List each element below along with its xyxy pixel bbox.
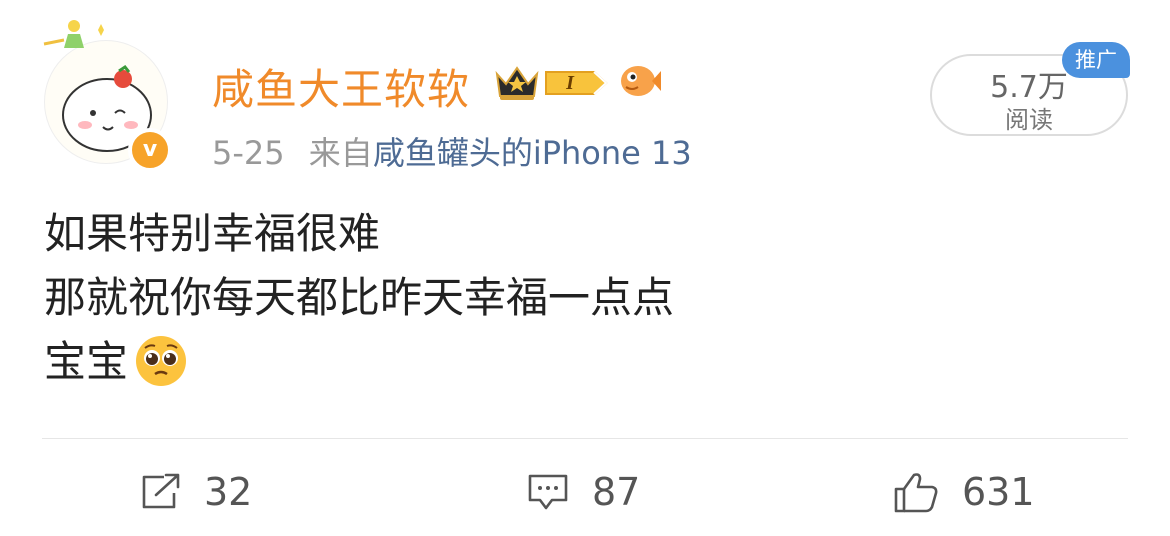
like-button[interactable]: 631	[892, 470, 1035, 514]
fish-icon[interactable]	[618, 62, 662, 100]
avatar-container[interactable]: v	[40, 18, 176, 172]
verified-icon: v	[128, 128, 172, 172]
pleading-face-emoji	[136, 335, 187, 386]
post-line: 那就祝你每天都比昨天幸福一点点	[44, 273, 675, 322]
crown-icon[interactable]	[494, 62, 540, 102]
post-line: 如果特别幸福很难	[44, 209, 381, 258]
post-date: 5-25	[212, 134, 285, 172]
like-count: 631	[962, 470, 1035, 514]
comment-button[interactable]: 87	[526, 470, 640, 514]
level-badge-text: I	[566, 72, 574, 94]
level-badge[interactable]: I	[544, 68, 608, 98]
post-body: 如果特别幸福很难 那就祝你每天都比昨天幸福一点点 宝宝	[44, 202, 674, 394]
promo-tag[interactable]: 推广	[1062, 42, 1130, 78]
comment-icon	[528, 474, 568, 510]
source-prefix: 来自	[308, 134, 373, 172]
read-label: 阅读	[1005, 106, 1053, 134]
divider	[42, 438, 1128, 439]
source-app-link[interactable]: 咸鱼罐头的iPhone 13	[373, 134, 692, 172]
comment-count: 87	[592, 470, 641, 514]
repost-count: 32	[204, 470, 253, 514]
post-line-text: 宝宝	[44, 337, 129, 386]
post-meta: 5-25 来自咸鱼罐头的iPhone 13	[212, 128, 692, 174]
username[interactable]: 咸鱼大王软软	[212, 56, 470, 117]
prince-decoration-icon	[43, 20, 104, 48]
repost-icon	[142, 473, 180, 509]
post-line-last: 宝宝	[44, 330, 674, 394]
like-icon	[894, 473, 938, 513]
repost-button[interactable]: 32	[140, 470, 252, 514]
